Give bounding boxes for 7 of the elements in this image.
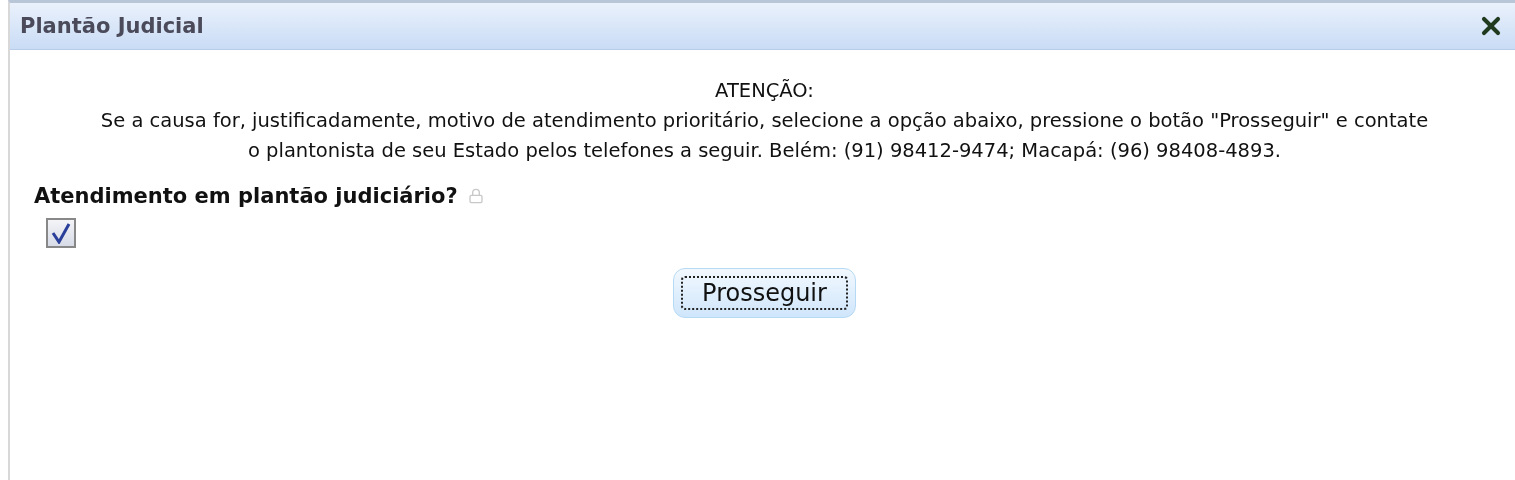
window-title: Plantão Judicial bbox=[20, 14, 204, 38]
lock-icon bbox=[467, 188, 484, 204]
notice-text: Se a causa for, justificadamente, motivo de atendimento prioritário, selecione a opção abaixo, pressione o botão "Prosseguir" e contate o plantonista de seu Estado pelos telefones a seguir. Belém: (91) 98412-9474; Macapá: (96) 98408-4893. bbox=[99, 108, 1430, 164]
checkbox[interactable] bbox=[46, 218, 76, 248]
proceed-button[interactable]: Prosseguir bbox=[673, 268, 856, 318]
field-label: Atendimento em plantão judiciário? bbox=[34, 184, 458, 208]
notice-heading: ATENÇÃO: bbox=[715, 78, 814, 104]
